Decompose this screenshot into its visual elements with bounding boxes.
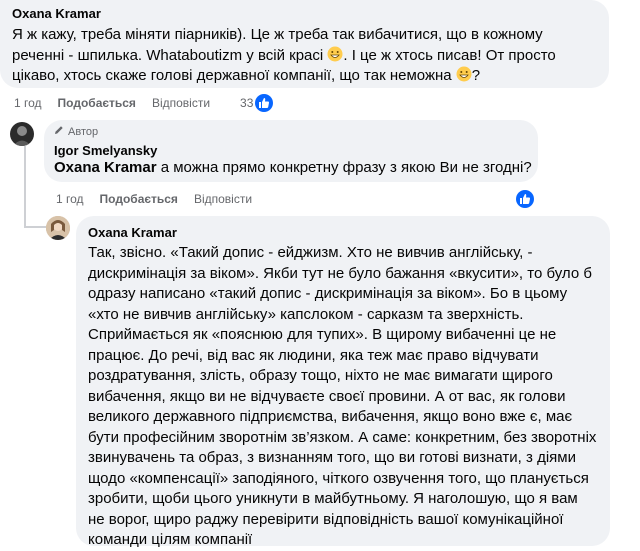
avatar[interactable] (46, 216, 70, 240)
like-reaction-icon[interactable] (516, 190, 534, 208)
comment-bubble: Автор Igor Smelyansky Oxana Kramar а мож… (44, 120, 538, 182)
reply-button[interactable]: Відповісти (194, 192, 252, 206)
grinning-face-icon (456, 66, 472, 82)
comment-bubble: Oxana Kramar Я ж кажу, треба міняти піар… (0, 0, 609, 88)
comment-author[interactable]: Oxana Kramar (12, 6, 101, 21)
like-button[interactable]: Подобається (100, 192, 178, 206)
grinning-face-icon (327, 46, 343, 62)
comment-bubble: Oxana Kramar Так, звісно. «Такий допис -… (76, 216, 610, 548)
comment-time[interactable]: 1 год (14, 96, 42, 110)
mention-link[interactable]: Oxana Kramar (54, 159, 157, 176)
comment-text: Я ж кажу, треба міняти піарників). Це ж … (12, 26, 556, 84)
pen-icon (54, 125, 64, 138)
comment-actions: 1 год Подобається Відповісти 33 (14, 94, 274, 112)
like-button[interactable]: Подобається (58, 96, 136, 110)
reactions-count[interactable]: 33 (240, 96, 253, 110)
comment-text: Oxana Kramar а можна прямо конкретну фра… (54, 159, 532, 176)
thread-line-curve (24, 226, 46, 228)
comment-author[interactable]: Igor Smelyansky (54, 143, 157, 158)
comment-time[interactable]: 1 год (56, 192, 84, 206)
comment-author[interactable]: Oxana Kramar (88, 225, 177, 240)
like-reaction-icon[interactable] (255, 94, 274, 112)
reply-button[interactable]: Відповісти (152, 96, 210, 110)
thread-line (24, 146, 26, 226)
comment-actions: 1 год Подобається Відповісти (56, 190, 268, 208)
avatar[interactable] (10, 122, 34, 146)
author-badge: Автор (54, 125, 98, 138)
comment-text: Так, звісно. «Такий допис - ейджизм. Хто… (88, 244, 597, 548)
